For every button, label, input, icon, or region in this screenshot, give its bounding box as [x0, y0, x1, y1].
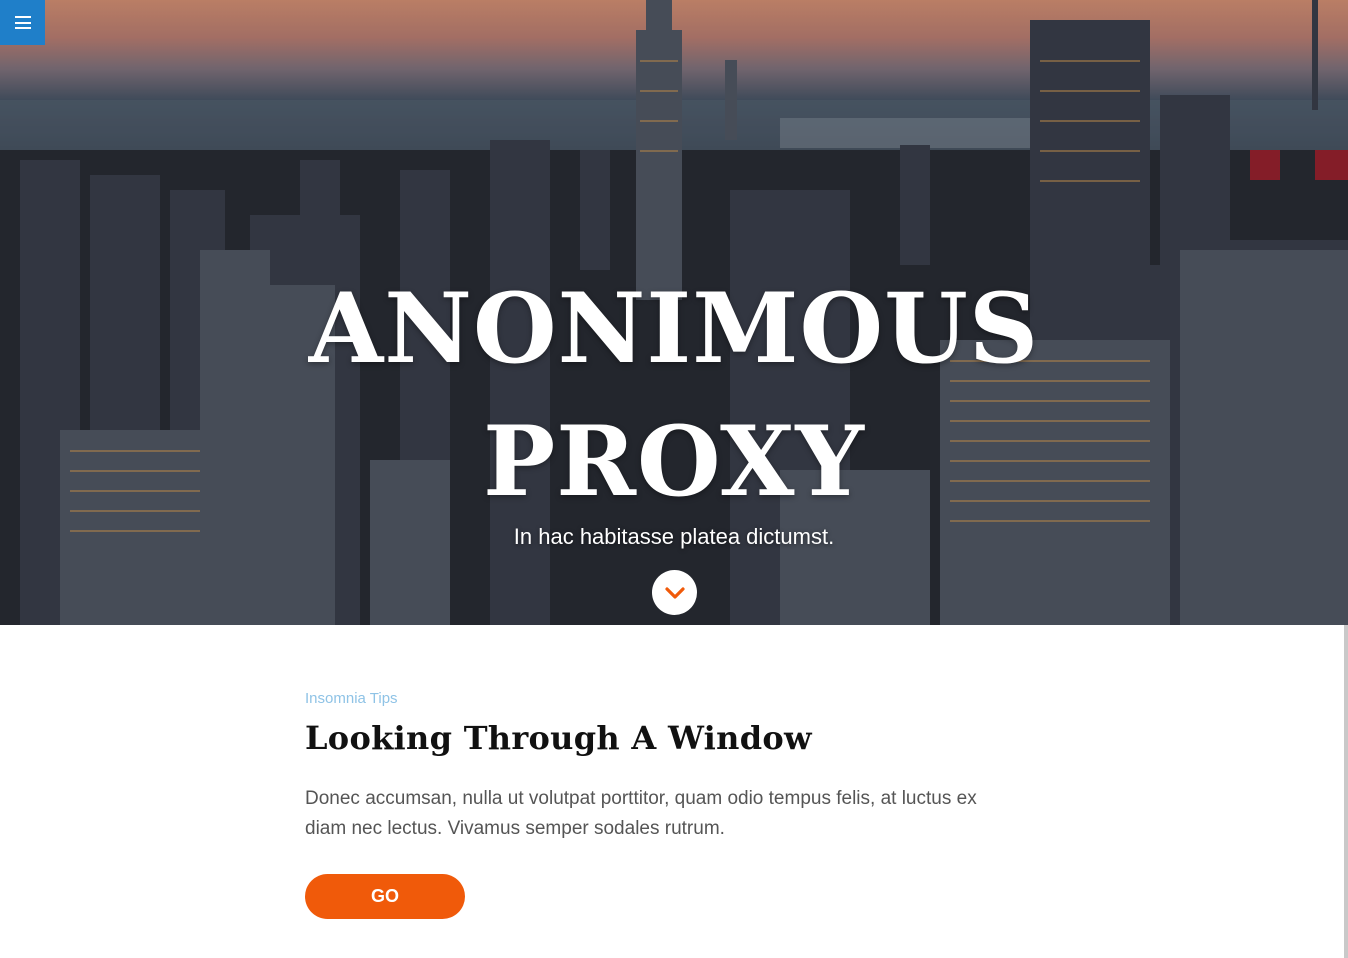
- post-category[interactable]: Insomnia Tips: [305, 688, 1005, 710]
- menu-button[interactable]: [0, 0, 45, 45]
- page-scrollbar[interactable]: [1344, 625, 1348, 958]
- hero-subtitle: In hac habitasse platea dictumst.: [513, 524, 835, 549]
- post-section: Insomnia Tips Looking Through A Window D…: [305, 688, 1005, 919]
- hamburger-menu-icon: [14, 16, 31, 29]
- go-button[interactable]: GO: [305, 874, 465, 919]
- scroll-down-button[interactable]: [652, 570, 697, 615]
- post-title: Looking Through A Window: [305, 719, 812, 757]
- post-text: Donec accumsan, nulla ut volutpat portti…: [305, 788, 977, 839]
- chevron-down-icon: [664, 586, 685, 599]
- hero-section: ANONIMOUS PROXY In hac habitasse platea …: [0, 0, 1348, 625]
- hero-title-line1: ANONIMOUS: [308, 272, 1040, 385]
- hero-title-line2: PROXY: [483, 405, 865, 518]
